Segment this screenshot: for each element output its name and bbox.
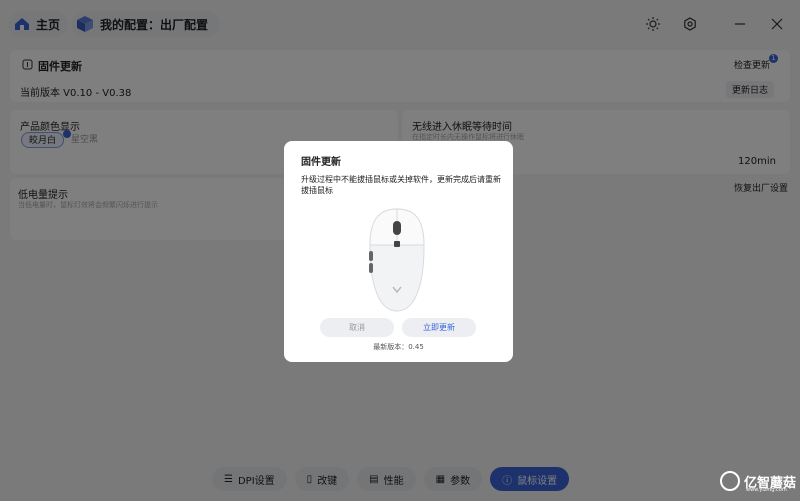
mushroom-icon [720,471,740,491]
latest-version: 最新版本：0.45 [373,343,424,351]
watermark-url: www.yizmg.com [746,487,787,493]
firmware-update-dialog: 固件更新 升级过程中不能拔插鼠标或关掉软件，更新完成后请重新拔插鼠标 取消 立即… [284,141,513,362]
update-now-button[interactable]: 立即更新 [402,318,476,337]
dialog-title: 固件更新 [301,157,341,168]
mouse-image [369,208,425,312]
dialog-message: 升级过程中不能拔插鼠标或关掉软件，更新完成后请重新拔插鼠标 [301,175,501,195]
cancel-button[interactable]: 取消 [320,318,394,337]
